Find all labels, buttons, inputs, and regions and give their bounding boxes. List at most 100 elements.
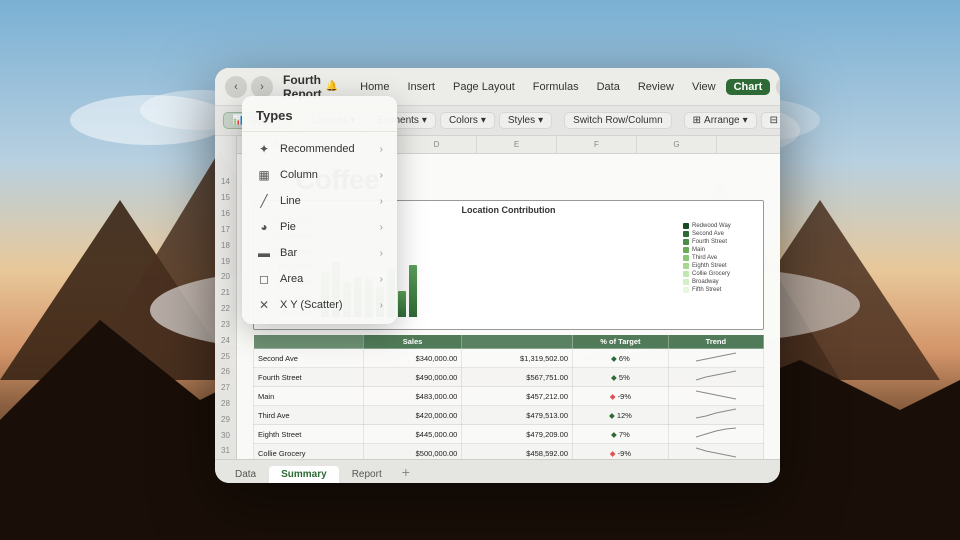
legend-dot-2 — [683, 231, 689, 237]
arrange-icon: ⊞ — [693, 115, 701, 126]
legend-dot-8 — [683, 279, 689, 285]
sales-5: $500,000.00 — [363, 444, 462, 460]
column-label: Column — [280, 169, 372, 181]
dropdown-bar[interactable]: ▬ Bar › — [242, 240, 397, 266]
legend-label-5: Third Ave — [692, 255, 717, 261]
row-numbers: 14 15 16 17 18 19 20 21 22 23 24 25 26 2… — [215, 136, 237, 459]
dropdown-recommended[interactable]: ✦ Recommended › — [242, 136, 397, 162]
scatter-label: X Y (Scatter) — [280, 299, 372, 311]
bar-icon: ▬ — [256, 246, 272, 260]
legend-dot-3 — [683, 239, 689, 245]
menu-review[interactable]: Review — [630, 79, 682, 95]
menu-view[interactable]: View — [684, 79, 724, 95]
menu-home[interactable]: Home — [352, 79, 397, 95]
legend-item-1: Redwood Way — [683, 223, 755, 229]
menu-chart[interactable]: Chart — [726, 79, 771, 95]
bar-value-8 — [398, 291, 406, 317]
location-1: Fourth Street — [254, 368, 364, 387]
bar-9 — [409, 265, 417, 317]
colors-chevron: ▾ — [481, 115, 486, 126]
table-row: Collie Grocery $500,000.00 $458,592.00 ◆… — [254, 444, 764, 460]
menu-formulas[interactable]: Formulas — [525, 79, 587, 95]
menu-insert[interactable]: Insert — [399, 79, 443, 95]
legend-dot-5 — [683, 255, 689, 261]
row-num-16: 16 — [215, 206, 236, 222]
target-4: $479,209.00 — [462, 425, 573, 444]
dropdown-area[interactable]: ◻ Area › — [242, 266, 397, 292]
row-num-14: 14 — [215, 174, 236, 190]
col-header-target — [462, 335, 573, 349]
legend-label-4: Main — [692, 247, 705, 253]
sheet-tab-report[interactable]: Report — [340, 466, 394, 483]
row-num-21: 21 — [215, 285, 236, 301]
legend-label-2: Second Ave — [692, 231, 724, 237]
pct-5: ◆ -9% — [573, 444, 669, 460]
sheet-tab-summary[interactable]: Summary — [268, 465, 340, 483]
col-header-sales: Sales — [363, 335, 462, 349]
sales-0: $340,000.00 — [363, 349, 462, 368]
bar-8 — [398, 291, 406, 317]
legend-dot-7 — [683, 271, 689, 277]
pct-4: ◆ 7% — [573, 425, 669, 444]
recommended-arrow: › — [380, 144, 383, 155]
row-num-22: 22 — [215, 301, 236, 317]
styles-label: Styles — [508, 115, 535, 126]
add-sheet-button[interactable]: + — [394, 461, 418, 483]
window-action-icons: 🔍 👤 ••• — [776, 76, 780, 98]
col-e: E — [477, 136, 557, 153]
col-d: D — [397, 136, 477, 153]
col-f: F — [557, 136, 637, 153]
legend-label-9: Fifth Street — [692, 287, 721, 293]
column-icon: ▦ — [256, 168, 272, 182]
extra-button[interactable]: ⊟ Ar — [761, 112, 780, 129]
sheet-tab-data[interactable]: Data — [223, 466, 268, 483]
pct-2: ◆ -9% — [573, 387, 669, 406]
sales-2: $483,000.00 — [363, 387, 462, 406]
extra-icon: ⊟ — [770, 115, 778, 126]
row-num-26: 26 — [215, 364, 236, 380]
dropdown-title: Types — [242, 102, 397, 132]
doc-icon: 🔔 — [326, 81, 338, 92]
bar-arrow: › — [380, 248, 383, 259]
arrange-button[interactable]: ⊞ Arrange ▾ — [684, 112, 757, 129]
colors-label: Colors — [449, 115, 478, 126]
colors-button[interactable]: Colors ▾ — [440, 112, 495, 129]
scatter-arrow: › — [380, 300, 383, 311]
menu-page-layout[interactable]: Page Layout — [445, 79, 523, 95]
back-button[interactable]: ‹ — [225, 76, 247, 98]
row-num-19: 19 — [215, 253, 236, 269]
row-num-29: 29 — [215, 411, 236, 427]
recommended-icon: ✦ — [256, 142, 272, 156]
styles-button[interactable]: Styles ▾ — [499, 112, 552, 129]
pct-0: ◆ 6% — [573, 349, 669, 368]
data-table: Sales % of Target Trend Second Ave $340,… — [253, 334, 764, 459]
pie-label: Pie — [280, 221, 372, 233]
legend-dot-4 — [683, 247, 689, 253]
target-1: $567,751.00 — [462, 368, 573, 387]
dropdown-column[interactable]: ▦ Column › — [242, 162, 397, 188]
forward-button[interactable]: › — [251, 76, 273, 98]
trend-0 — [668, 349, 763, 368]
legend-item-3: Fourth Street — [683, 239, 755, 245]
menu-data[interactable]: Data — [589, 79, 628, 95]
row-num-23: 23 — [215, 316, 236, 332]
area-arrow: › — [380, 274, 383, 285]
dropdown-pie[interactable]: ◕ Pie › — [242, 214, 397, 240]
dropdown-line[interactable]: ╱ Line › — [242, 188, 397, 214]
row-num-17: 17 — [215, 221, 236, 237]
row-num-18: 18 — [215, 237, 236, 253]
switch-row-col-button[interactable]: Switch Row/Column — [564, 112, 671, 129]
trend-1 — [668, 368, 763, 387]
row-num-24: 24 — [215, 332, 236, 348]
row-num-30: 30 — [215, 427, 236, 443]
legend-item-9: Fifth Street — [683, 287, 755, 293]
zoom-icon[interactable]: 🔍 — [776, 76, 780, 98]
legend-dot-1 — [683, 223, 689, 229]
legend-label-1: Redwood Way — [692, 223, 731, 229]
line-label: Line — [280, 195, 372, 207]
location-5: Collie Grocery — [254, 444, 364, 460]
legend-label-6: Eighth Street — [692, 263, 727, 269]
line-icon: ╱ — [256, 194, 272, 208]
dropdown-scatter[interactable]: ✕ X Y (Scatter) › — [242, 292, 397, 318]
bar-label: Bar — [280, 247, 372, 259]
